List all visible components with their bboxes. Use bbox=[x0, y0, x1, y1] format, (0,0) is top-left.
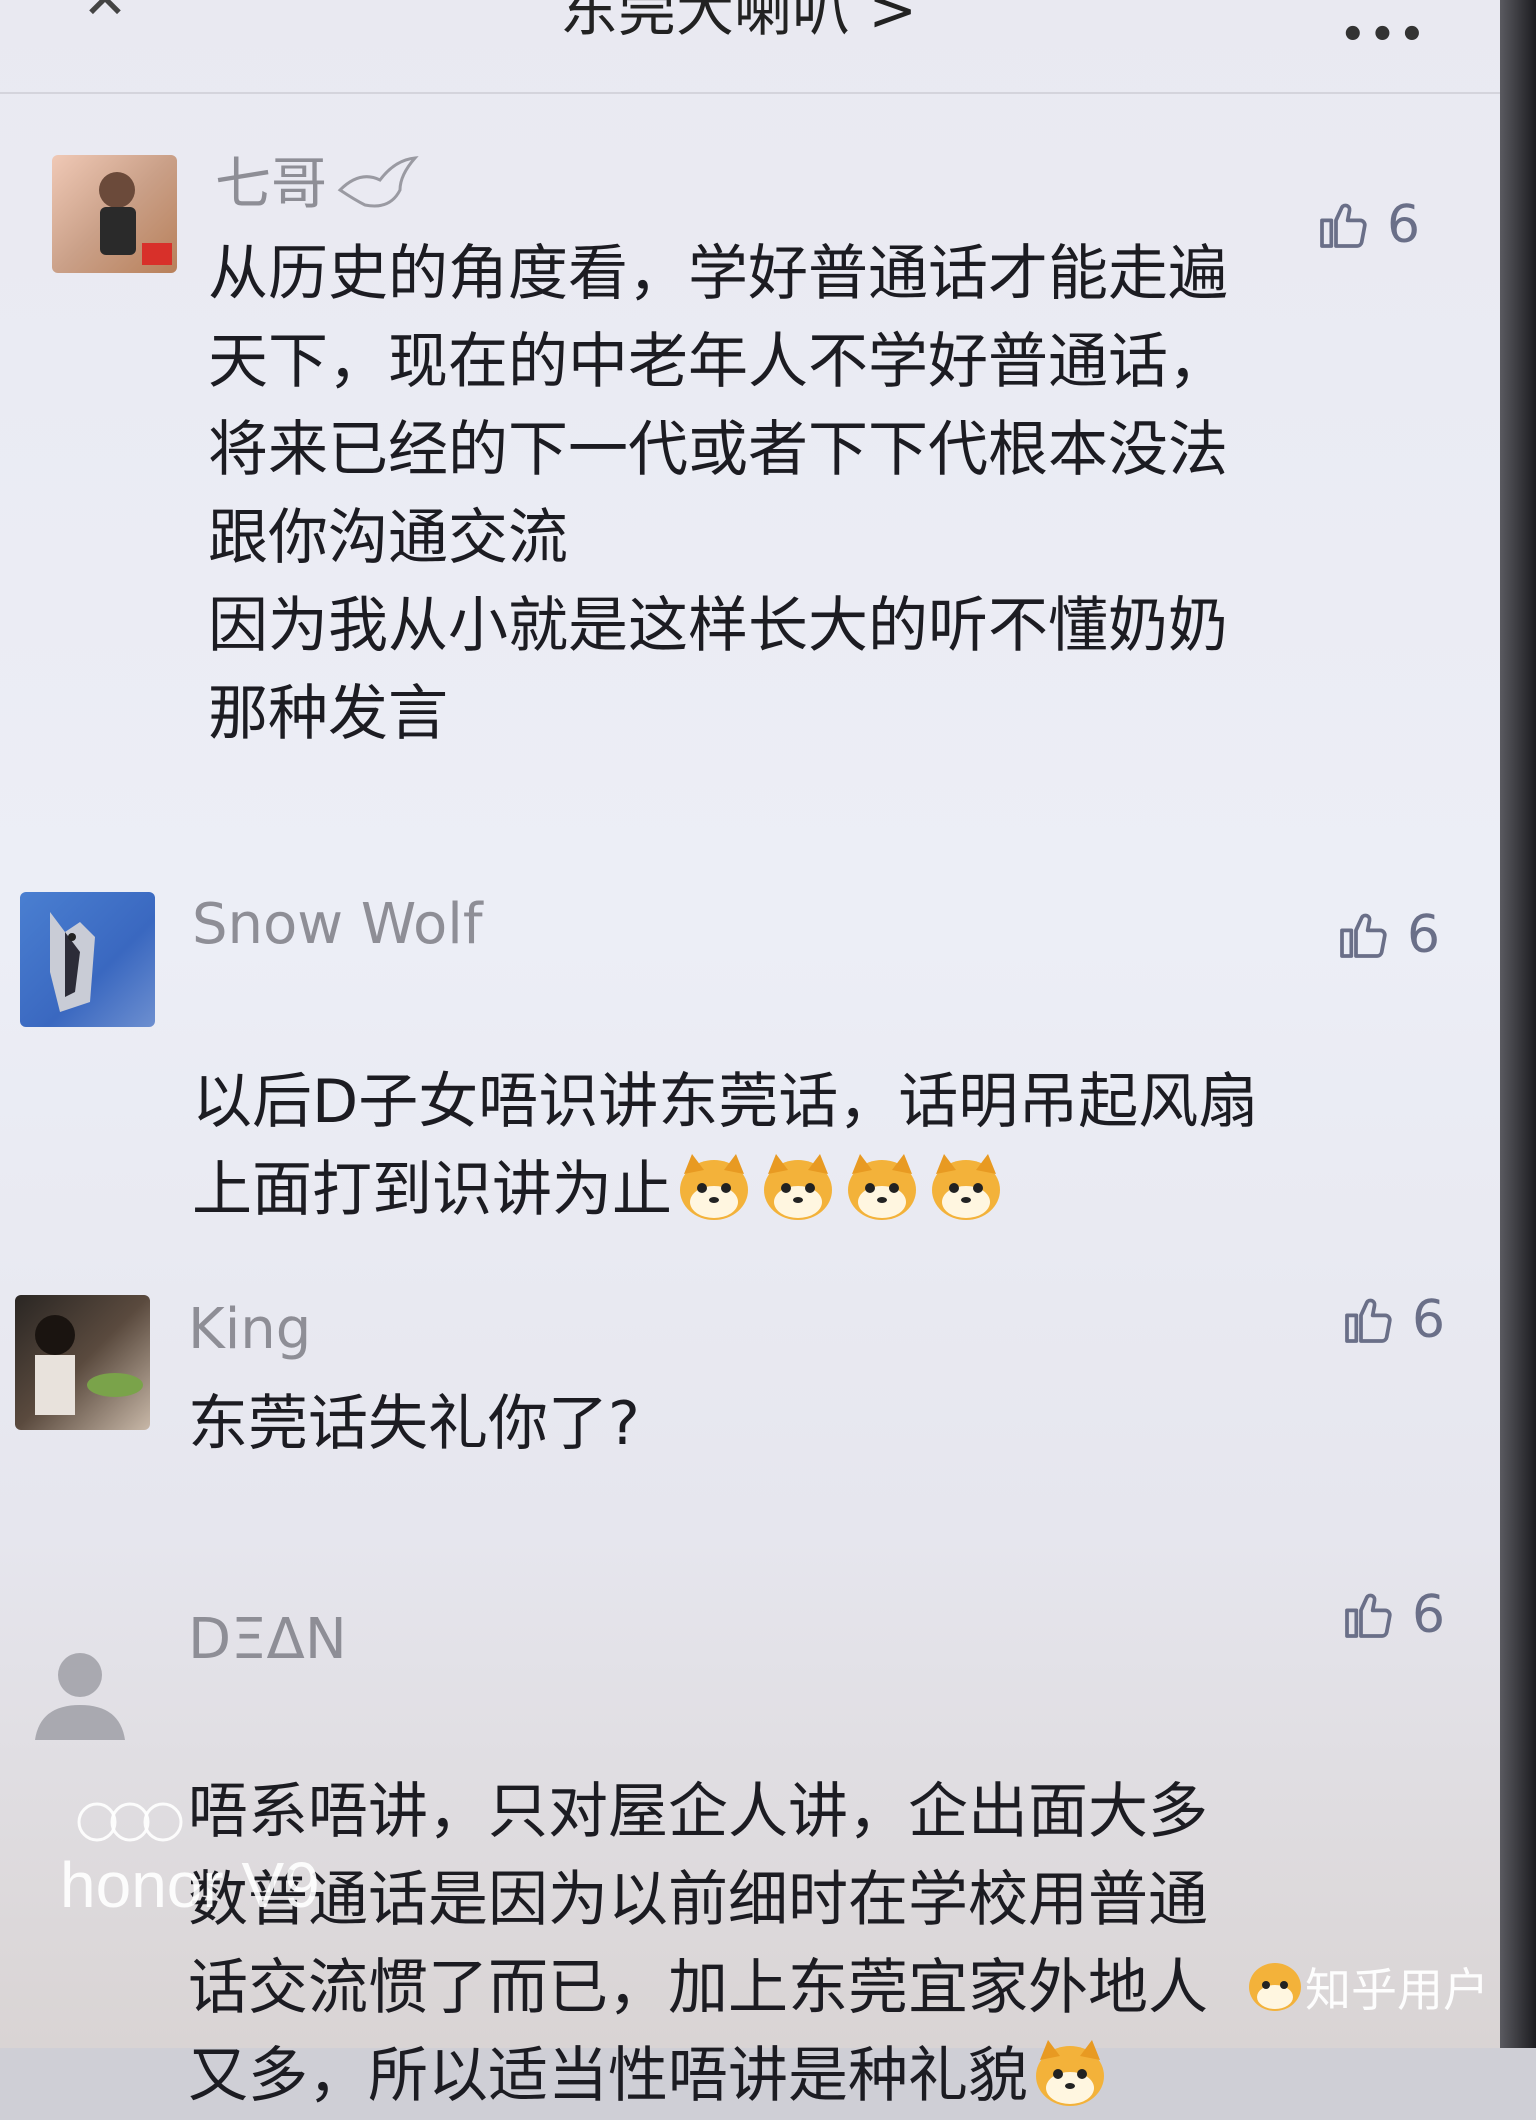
comment-text: 从历史的角度看，学好普通话才能走遍 天下，现在的中老年人不学好普通话， 将来已经… bbox=[208, 239, 1228, 749]
source-watermark: 知乎用户 bbox=[1305, 1963, 1489, 2017]
phone-screen: ✕ 东莞大喇叭 > ••• 七哥 6 从历史的角度看，学好普通话才能走遍 天下，… bbox=[0, 0, 1500, 2111]
like-button[interactable]: 6 bbox=[1340, 1290, 1445, 1350]
phone-bezel bbox=[1500, 0, 1536, 2048]
doge-emoji bbox=[932, 1154, 1000, 1220]
username[interactable]: 七哥 bbox=[215, 150, 327, 220]
avatar[interactable] bbox=[15, 1295, 150, 1430]
close-icon[interactable]: ✕ bbox=[70, 0, 140, 27]
doge-emoji bbox=[680, 1154, 748, 1220]
comment-text: 唔系唔讲，只对屋企人讲，企出面大多 数普通话是因为以前细时在学校用普通 话交流惯… bbox=[188, 1680, 1208, 2120]
username[interactable]: DΞΔN bbox=[188, 1605, 347, 1675]
like-count: 6 bbox=[1412, 1585, 1446, 1645]
zhihu-avatar-icon bbox=[1249, 1963, 1301, 2011]
doge-emoji bbox=[764, 1154, 832, 1220]
like-count: 6 bbox=[1387, 195, 1421, 255]
avatar[interactable] bbox=[20, 892, 155, 1027]
default-user-icon bbox=[35, 1653, 125, 1740]
more-icon[interactable]: ••• bbox=[1340, 15, 1425, 55]
like-button[interactable]: 6 bbox=[1335, 905, 1440, 965]
thumbs-up-icon bbox=[1320, 203, 1367, 248]
like-count: 6 bbox=[1407, 905, 1441, 965]
like-count: 6 bbox=[1412, 1290, 1446, 1350]
honor-logo-icon bbox=[77, 1802, 183, 1842]
camera-watermark: honor V9 bbox=[60, 1849, 320, 1921]
thumbs-up-icon bbox=[1345, 1298, 1392, 1343]
like-button[interactable]: 6 bbox=[1315, 195, 1420, 255]
avatar[interactable] bbox=[52, 155, 177, 273]
comment-text: 以后D子女唔识讲东莞话，话明吊起风扇 上面打到识讲为止 bbox=[192, 970, 1258, 1234]
like-button[interactable]: 6 bbox=[1340, 1585, 1445, 1645]
page-title[interactable]: 东莞大喇叭 > bbox=[560, 0, 917, 50]
username[interactable]: Snow Wolf bbox=[192, 890, 483, 960]
thumbs-up-icon bbox=[1340, 913, 1387, 958]
avatar[interactable] bbox=[20, 1635, 140, 1755]
doge-emoji bbox=[1036, 2040, 1104, 2106]
comment-text: 东莞话失礼你了? bbox=[188, 1389, 640, 1459]
doge-emoji bbox=[848, 1154, 916, 1220]
username[interactable]: King bbox=[188, 1295, 311, 1365]
doge-emoji-group bbox=[672, 1154, 1008, 1225]
header-bar: ✕ 东莞大喇叭 > ••• bbox=[0, 0, 1500, 94]
dove-icon bbox=[337, 156, 419, 208]
thumbs-up-icon bbox=[1345, 1593, 1392, 1638]
